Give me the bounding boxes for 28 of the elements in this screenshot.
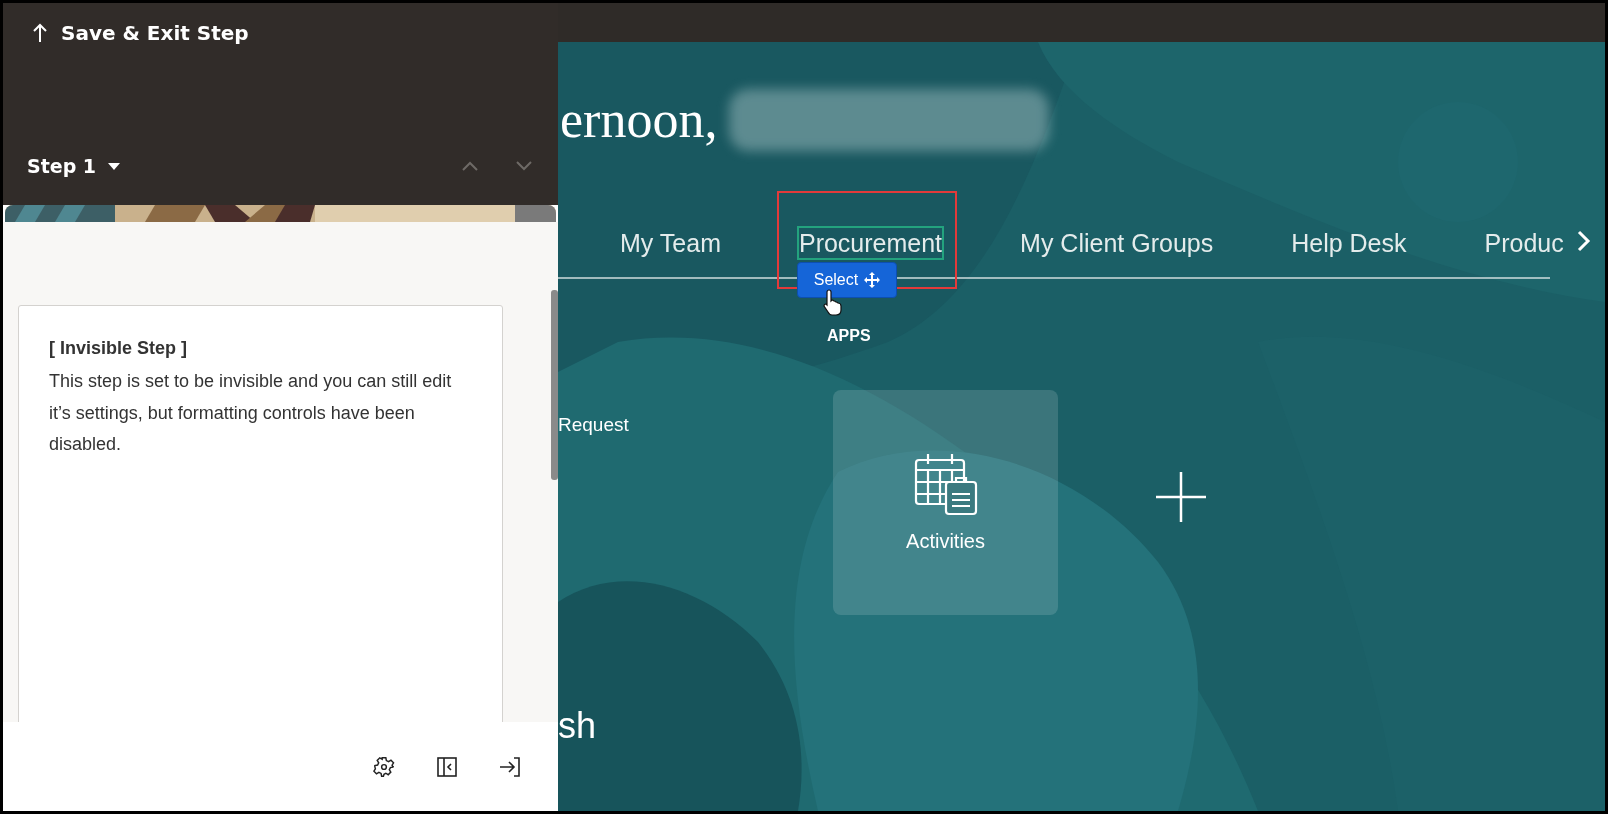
tab[interactable]: My Client Groups	[1018, 226, 1216, 260]
chevron-down-icon[interactable]	[516, 161, 532, 171]
calendar-clipboard-icon	[913, 452, 978, 516]
tab[interactable]: Procurement	[796, 226, 945, 260]
scrollbar-thumb[interactable]	[551, 290, 558, 480]
apps-heading: APPS	[827, 327, 872, 345]
chevron-up-icon[interactable]	[462, 161, 478, 171]
tab[interactable]: My Team	[618, 226, 723, 260]
move-icon	[864, 272, 881, 288]
select-button[interactable]: Select	[796, 262, 897, 298]
note-text: This step is set to be invisible and you can still edit it’s settings, but formatting controls have been disabled.	[49, 370, 453, 456]
app-label[interactable]: Request	[558, 414, 833, 436]
exit-icon[interactable]	[499, 756, 521, 777]
tab[interactable]: Help Desk	[1289, 226, 1409, 260]
add-icon[interactable]	[1156, 472, 1206, 522]
tab[interactable]: Produc	[1482, 226, 1566, 260]
arrow-up-icon	[33, 23, 47, 43]
collapse-panel-icon[interactable]	[437, 756, 457, 777]
section-heading: sh	[558, 705, 598, 747]
note-title: [ Invisible Step ]	[49, 337, 189, 360]
chevron-right-icon[interactable]	[1577, 230, 1591, 252]
hand-cursor-icon	[821, 288, 844, 316]
app-tile[interactable]: Activities	[833, 390, 1058, 615]
settings-icon[interactable]	[373, 755, 395, 778]
caret-icon	[108, 162, 121, 170]
greeting-text: ernoon,	[559, 90, 718, 150]
step-dropdown[interactable]: Step 1	[27, 155, 121, 177]
save-exit-button[interactable]: Save & Exit Step	[27, 21, 249, 45]
